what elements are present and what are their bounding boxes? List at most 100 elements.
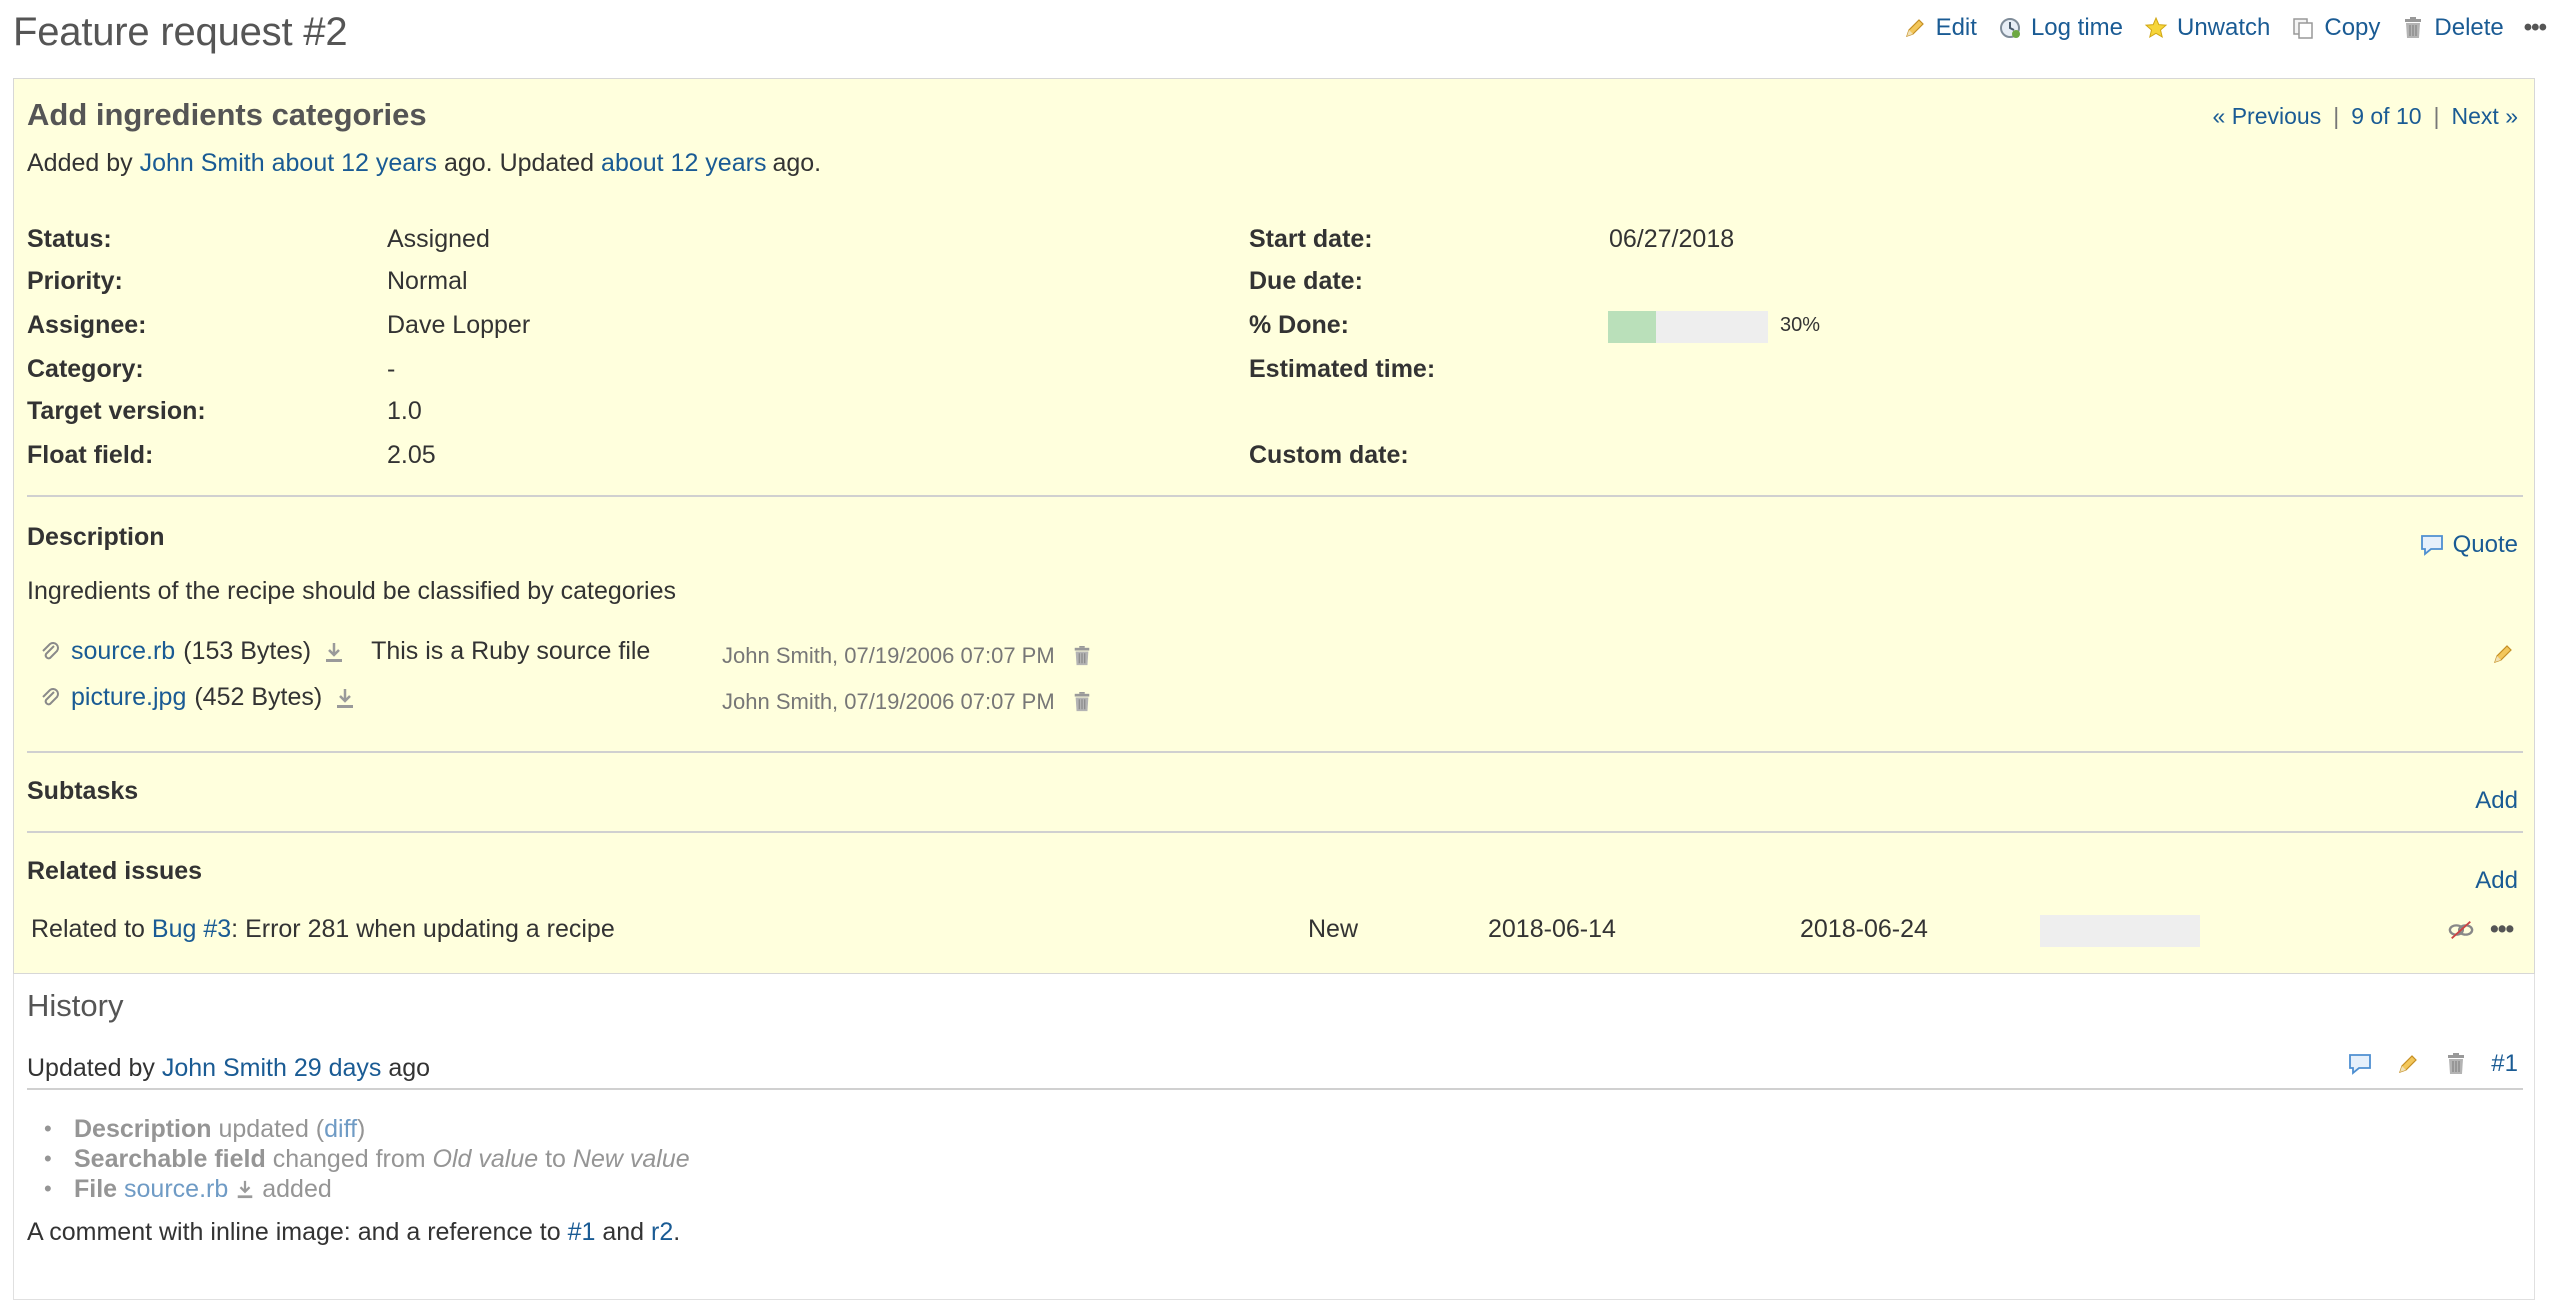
- divider: [27, 751, 2523, 753]
- trash-icon[interactable]: [1069, 689, 1095, 715]
- assignee-label: Assignee:: [27, 311, 147, 339]
- relation-subject: Related to Bug #3: Error 281 when updati…: [31, 915, 615, 944]
- comment-text: .: [673, 1218, 681, 1246]
- download-icon[interactable]: [321, 639, 347, 665]
- done-progress-bar: [1608, 311, 1768, 343]
- quote-button[interactable]: Quote: [2419, 531, 2518, 559]
- float-field-value: 2.05: [387, 441, 436, 469]
- journal-author-link[interactable]: John Smith: [162, 1054, 287, 1082]
- ago-text: ago.: [772, 149, 822, 177]
- estimated-time-label: Estimated time:: [1249, 355, 1436, 383]
- relation-due-date: 2018-06-24: [1800, 915, 1928, 943]
- log-time-button[interactable]: Log time: [1997, 14, 2123, 42]
- journal-actions: #1: [2347, 1050, 2518, 1078]
- custom-date-label: Custom date:: [1249, 441, 1409, 469]
- diff-link[interactable]: diff: [324, 1114, 357, 1144]
- updated-text: ago. Updated: [443, 149, 595, 177]
- relation-type: Related to: [31, 915, 145, 943]
- unlink-icon[interactable]: [2448, 917, 2474, 943]
- issue-details: Add ingredients categories Added by John…: [13, 78, 2535, 974]
- pencil-icon[interactable]: [2395, 1051, 2421, 1077]
- description-title: Description: [27, 523, 165, 551]
- revision-reference-link[interactable]: r2: [651, 1218, 673, 1246]
- updated-by-text: Updated by: [27, 1054, 155, 1082]
- author-link[interactable]: John Smith: [140, 149, 265, 177]
- relation-row: Related to Bug #3: Error 281 when updati…: [14, 915, 2534, 955]
- related-issue-link[interactable]: Bug #3: [152, 915, 231, 943]
- previous-issue-link[interactable]: « Previous: [2213, 103, 2322, 130]
- journal-id-link[interactable]: #1: [2491, 1050, 2518, 1078]
- status-label: Status:: [27, 225, 112, 253]
- journal-ago-suffix: ago: [388, 1054, 431, 1082]
- trash-icon[interactable]: [1069, 643, 1095, 669]
- relation-more-icon[interactable]: •••: [2490, 915, 2514, 944]
- journal-details: Description updated (diff) Searchable fi…: [74, 1114, 690, 1204]
- done-progress-fill: [1608, 311, 1656, 343]
- attachment-meta: John Smith, 07/19/2006 07:07 PM: [722, 689, 1095, 715]
- detail-field: File: [74, 1175, 118, 1203]
- old-value: Old value: [432, 1145, 539, 1173]
- attachment-author-date: John Smith, 07/19/2006 07:07 PM: [722, 689, 1055, 714]
- attachment-link[interactable]: picture.jpg: [71, 683, 186, 712]
- journal-ago-link[interactable]: 29 days: [294, 1054, 382, 1082]
- issue-reference-link[interactable]: #1: [568, 1218, 596, 1246]
- add-subtask-link[interactable]: Add: [2475, 787, 2518, 815]
- delete-label: Delete: [2434, 14, 2504, 41]
- new-value: New value: [572, 1145, 690, 1173]
- attachment-description: This is a Ruby source file: [371, 637, 651, 665]
- next-issue-link[interactable]: Next »: [2452, 103, 2518, 130]
- more-actions-button[interactable]: •••: [2524, 14, 2547, 42]
- history-section: History Updated by John Smith 29 days ag…: [13, 974, 2535, 1300]
- download-icon[interactable]: [232, 1176, 258, 1202]
- nav-separator: |: [2333, 103, 2340, 129]
- edit-button[interactable]: Edit: [1902, 14, 1977, 42]
- category-value: -: [387, 355, 396, 383]
- issue-position-link[interactable]: 9 of 10: [2351, 103, 2421, 130]
- status-value: Assigned: [387, 225, 490, 253]
- attachment-meta: John Smith, 07/19/2006 07:07 PM: [722, 643, 1095, 669]
- target-version-link[interactable]: 1.0: [387, 397, 422, 426]
- priority-value: Normal: [387, 267, 468, 295]
- copy-button[interactable]: Copy: [2290, 14, 2380, 42]
- download-icon[interactable]: [332, 685, 358, 711]
- updated-ago-link[interactable]: about 12 years: [601, 149, 766, 177]
- assignee-link[interactable]: Dave Lopper: [387, 311, 530, 340]
- clock-icon: [1997, 15, 2023, 41]
- detail-text: added: [262, 1175, 332, 1203]
- detail-text: ): [357, 1115, 366, 1143]
- paperclip-icon: [37, 685, 63, 711]
- float-field-label: Float field:: [27, 441, 154, 469]
- page-title: Feature request #2: [13, 10, 348, 54]
- pencil-icon[interactable]: [2490, 641, 2516, 667]
- created-ago-link[interactable]: about 12 years: [272, 149, 437, 177]
- issue-subject: Add ingredients categories: [27, 97, 427, 132]
- detail-text: changed from: [272, 1145, 426, 1173]
- log-time-label: Log time: [2030, 14, 2123, 41]
- target-version-label: Target version:: [27, 397, 206, 425]
- category-label: Category:: [27, 355, 144, 383]
- detail-field: Searchable field: [74, 1145, 266, 1173]
- description-text: Ingredients of the recipe should be clas…: [27, 577, 676, 605]
- related-issue-subject: : Error 281 when updating a recipe: [231, 915, 615, 943]
- done-label: % Done:: [1249, 311, 1349, 339]
- comment-text: A comment with inline image: and a refer…: [27, 1218, 561, 1246]
- divider: [27, 831, 2523, 833]
- unwatch-button[interactable]: Unwatch: [2143, 14, 2270, 42]
- attachment-author-date: John Smith, 07/19/2006 07:07 PM: [722, 643, 1055, 668]
- file-link[interactable]: source.rb: [124, 1174, 228, 1204]
- unwatch-label: Unwatch: [2177, 14, 2271, 41]
- start-date-value: 06/27/2018: [1609, 225, 1735, 253]
- edit-label: Edit: [1935, 14, 1977, 41]
- trash-icon[interactable]: [2443, 1051, 2469, 1077]
- journal-detail: Searchable field changed from Old value …: [74, 1144, 690, 1174]
- relation-progress-bar: [2040, 915, 2200, 947]
- attachment-size: (452 Bytes): [194, 683, 323, 711]
- attachment-link[interactable]: source.rb: [71, 637, 175, 666]
- relation-status: New: [1308, 915, 1359, 943]
- delete-button[interactable]: Delete: [2400, 14, 2504, 42]
- quote-label: Quote: [2452, 531, 2518, 558]
- comment-icon[interactable]: [2347, 1051, 2373, 1077]
- detail-text: to: [545, 1145, 566, 1173]
- add-relation-link[interactable]: Add: [2475, 867, 2518, 895]
- journal-header: Updated by John Smith 29 days ago: [27, 1054, 430, 1083]
